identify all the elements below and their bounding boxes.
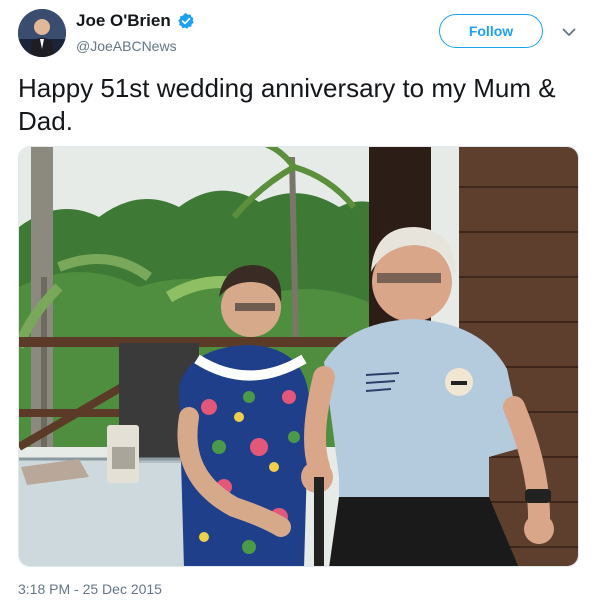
author-display-name[interactable]: Joe O'Brien [76, 11, 195, 31]
display-name-text: Joe O'Brien [76, 11, 171, 30]
follow-button[interactable]: Follow [439, 14, 543, 48]
author-handle[interactable]: @JoeABCNews [76, 37, 177, 55]
avatar[interactable] [18, 9, 66, 57]
tweet-photo[interactable] [18, 146, 579, 567]
verified-badge-icon [178, 13, 194, 29]
chevron-down-icon[interactable] [561, 24, 577, 40]
tweet-text: Happy 51st wedding anniversary to my Mum… [18, 73, 556, 136]
tweet-card: Joe O'Brien @JoeABCNews Follow Happy 51s… [0, 0, 599, 606]
tweet-timestamp[interactable]: 3:18 PM - 25 Dec 2015 [18, 580, 162, 598]
